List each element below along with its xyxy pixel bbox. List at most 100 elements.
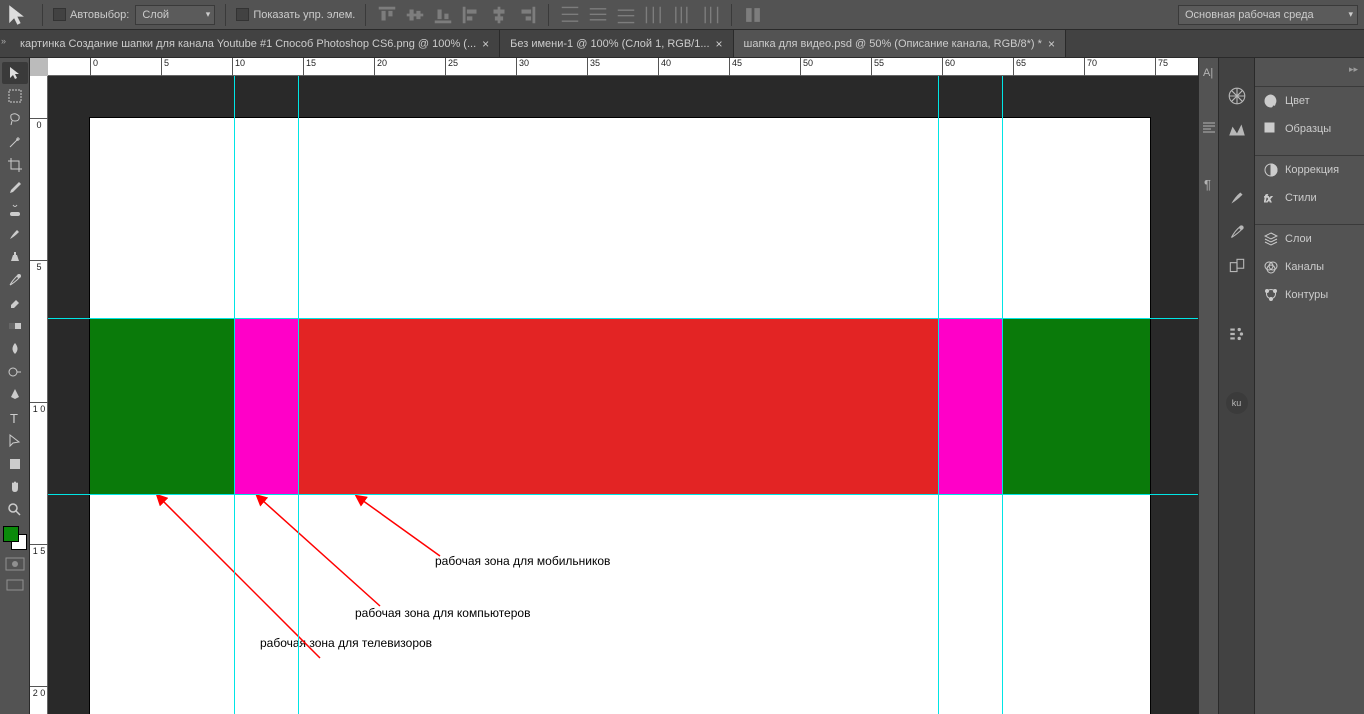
- marquee-tool[interactable]: [2, 85, 28, 107]
- svg-text:A|: A|: [1203, 67, 1213, 79]
- guide-horizontal[interactable]: [48, 494, 1198, 495]
- brush-tool[interactable]: [2, 223, 28, 245]
- document-viewport[interactable]: рабочая зона для мобильников рабочая зон…: [48, 76, 1198, 714]
- swatches-icon: [1263, 121, 1279, 137]
- document-tab[interactable]: шапка для видео.psd @ 50% (Описание кана…: [734, 30, 1066, 57]
- ruler-origin[interactable]: [30, 58, 48, 76]
- arrow-icon: [350, 488, 450, 568]
- properties-icon[interactable]: [1227, 324, 1247, 344]
- adjustments-panel[interactable]: Коррекция: [1255, 156, 1364, 184]
- character-panel-icon[interactable]: A|: [1201, 64, 1217, 80]
- guide-vertical[interactable]: [938, 76, 939, 714]
- vertical-ruler[interactable]: 051 01 52 02 5: [30, 76, 48, 714]
- annotation-mobile: рабочая зона для мобильников: [435, 554, 610, 568]
- blur-tool[interactable]: [2, 338, 28, 360]
- tv-zone-left: [90, 318, 234, 494]
- clone-stamp-tool[interactable]: [2, 246, 28, 268]
- histogram-icon[interactable]: [1227, 120, 1247, 140]
- guide-vertical[interactable]: [298, 76, 299, 714]
- close-icon[interactable]: ×: [482, 37, 489, 51]
- auto-align-icon[interactable]: [742, 4, 764, 26]
- distribute-top-icon[interactable]: [559, 4, 581, 26]
- main-area: T 051015202530354045505560657075 051 01 …: [0, 58, 1364, 714]
- quickmask-icon[interactable]: [5, 557, 25, 571]
- swatches-panel[interactable]: Образцы: [1255, 115, 1364, 143]
- guide-vertical[interactable]: [234, 76, 235, 714]
- autoselect-checkbox[interactable]: Автовыбор:: [53, 8, 129, 21]
- eyedropper-tool[interactable]: [2, 177, 28, 199]
- align-right-icon[interactable]: [516, 4, 538, 26]
- panels-dock: ▸▸ Цвет Образцы Коррекция fx Стили: [1254, 58, 1364, 714]
- dodge-tool[interactable]: [2, 361, 28, 383]
- tools-panel: T: [0, 58, 30, 714]
- collapse-icon[interactable]: ▸▸: [1349, 64, 1358, 75]
- color-swatches[interactable]: [3, 526, 27, 550]
- screenmode-icon[interactable]: [5, 578, 25, 592]
- pc-zone-left: [234, 318, 298, 494]
- close-icon[interactable]: ×: [1048, 37, 1055, 51]
- show-controls-checkbox[interactable]: Показать упр. элем.: [236, 8, 355, 21]
- brush-settings-icon[interactable]: [1227, 222, 1247, 242]
- expand-panels-icon[interactable]: »: [1, 36, 6, 46]
- panel-icon-strip: ku: [1218, 58, 1254, 714]
- crop-tool[interactable]: [2, 154, 28, 176]
- align-left-icon[interactable]: [460, 4, 482, 26]
- clone-source-icon[interactable]: [1227, 256, 1247, 276]
- close-icon[interactable]: ×: [716, 37, 723, 51]
- mobile-zone: [298, 318, 938, 494]
- navigator-icon[interactable]: [1227, 86, 1247, 106]
- paths-panel[interactable]: Контуры: [1255, 281, 1364, 309]
- distribute-left-icon[interactable]: [643, 4, 665, 26]
- horizontal-ruler[interactable]: 051015202530354045505560657075: [48, 58, 1198, 76]
- gradient-tool[interactable]: [2, 315, 28, 337]
- type-tool[interactable]: T: [2, 407, 28, 429]
- move-tool[interactable]: [2, 62, 28, 84]
- distribute-hcenter-icon[interactable]: [671, 4, 693, 26]
- color-panel[interactable]: Цвет: [1255, 87, 1364, 115]
- guide-horizontal[interactable]: [48, 318, 1198, 319]
- align-bottom-icon[interactable]: [432, 4, 454, 26]
- autoselect-target-dropdown[interactable]: Слой: [135, 5, 215, 25]
- distribute-bottom-icon[interactable]: [615, 4, 637, 26]
- workspace-selector[interactable]: Основная рабочая среда: [1178, 5, 1358, 25]
- guide-vertical[interactable]: [1002, 76, 1003, 714]
- shape-tool[interactable]: [2, 453, 28, 475]
- align-hcenter-icon[interactable]: [488, 4, 510, 26]
- lasso-tool[interactable]: [2, 108, 28, 130]
- foreground-color[interactable]: [3, 526, 19, 542]
- kuler-icon[interactable]: ku: [1226, 392, 1248, 414]
- align-top-icon[interactable]: [376, 4, 398, 26]
- channels-panel[interactable]: Каналы: [1255, 253, 1364, 281]
- layers-panel[interactable]: Слои: [1255, 225, 1364, 253]
- show-controls-label: Показать упр. элем.: [253, 9, 355, 21]
- canvas-area[interactable]: 051015202530354045505560657075 051 01 52…: [30, 58, 1198, 714]
- channels-icon: [1263, 259, 1279, 275]
- document-tabs: » картинка Создание шапки для канала You…: [0, 30, 1364, 58]
- brush-preset-icon[interactable]: [1227, 188, 1247, 208]
- paragraph-panel-icon[interactable]: [1201, 120, 1217, 136]
- pen-tool[interactable]: [2, 384, 28, 406]
- styles-panel[interactable]: fx Стили: [1255, 184, 1364, 212]
- healing-brush-tool[interactable]: [2, 200, 28, 222]
- pilcrow-icon[interactable]: ¶: [1201, 176, 1217, 192]
- autoselect-label: Автовыбор:: [70, 9, 129, 21]
- svg-text:T: T: [10, 411, 18, 426]
- align-vcenter-icon[interactable]: [404, 4, 426, 26]
- document-tab[interactable]: картинка Создание шапки для канала Youtu…: [10, 30, 500, 57]
- tab-label: шапка для видео.psd @ 50% (Описание кана…: [744, 38, 1042, 50]
- distribute-right-icon[interactable]: [699, 4, 721, 26]
- hand-tool[interactable]: [2, 476, 28, 498]
- eraser-tool[interactable]: [2, 292, 28, 314]
- document-tab[interactable]: Без имени-1 @ 100% (Слой 1, RGB/1... ×: [500, 30, 733, 57]
- separator: [42, 4, 43, 26]
- pc-zone-right: [938, 318, 1002, 494]
- artboard: рабочая зона для мобильников рабочая зон…: [90, 118, 1150, 714]
- tab-label: картинка Создание шапки для канала Youtu…: [20, 38, 476, 50]
- distribute-vcenter-icon[interactable]: [587, 4, 609, 26]
- tv-zone-right: [1002, 318, 1150, 494]
- history-brush-tool[interactable]: [2, 269, 28, 291]
- path-selection-tool[interactable]: [2, 430, 28, 452]
- magic-wand-tool[interactable]: [2, 131, 28, 153]
- zoom-tool[interactable]: [2, 499, 28, 521]
- move-tool-icon[interactable]: [6, 4, 32, 26]
